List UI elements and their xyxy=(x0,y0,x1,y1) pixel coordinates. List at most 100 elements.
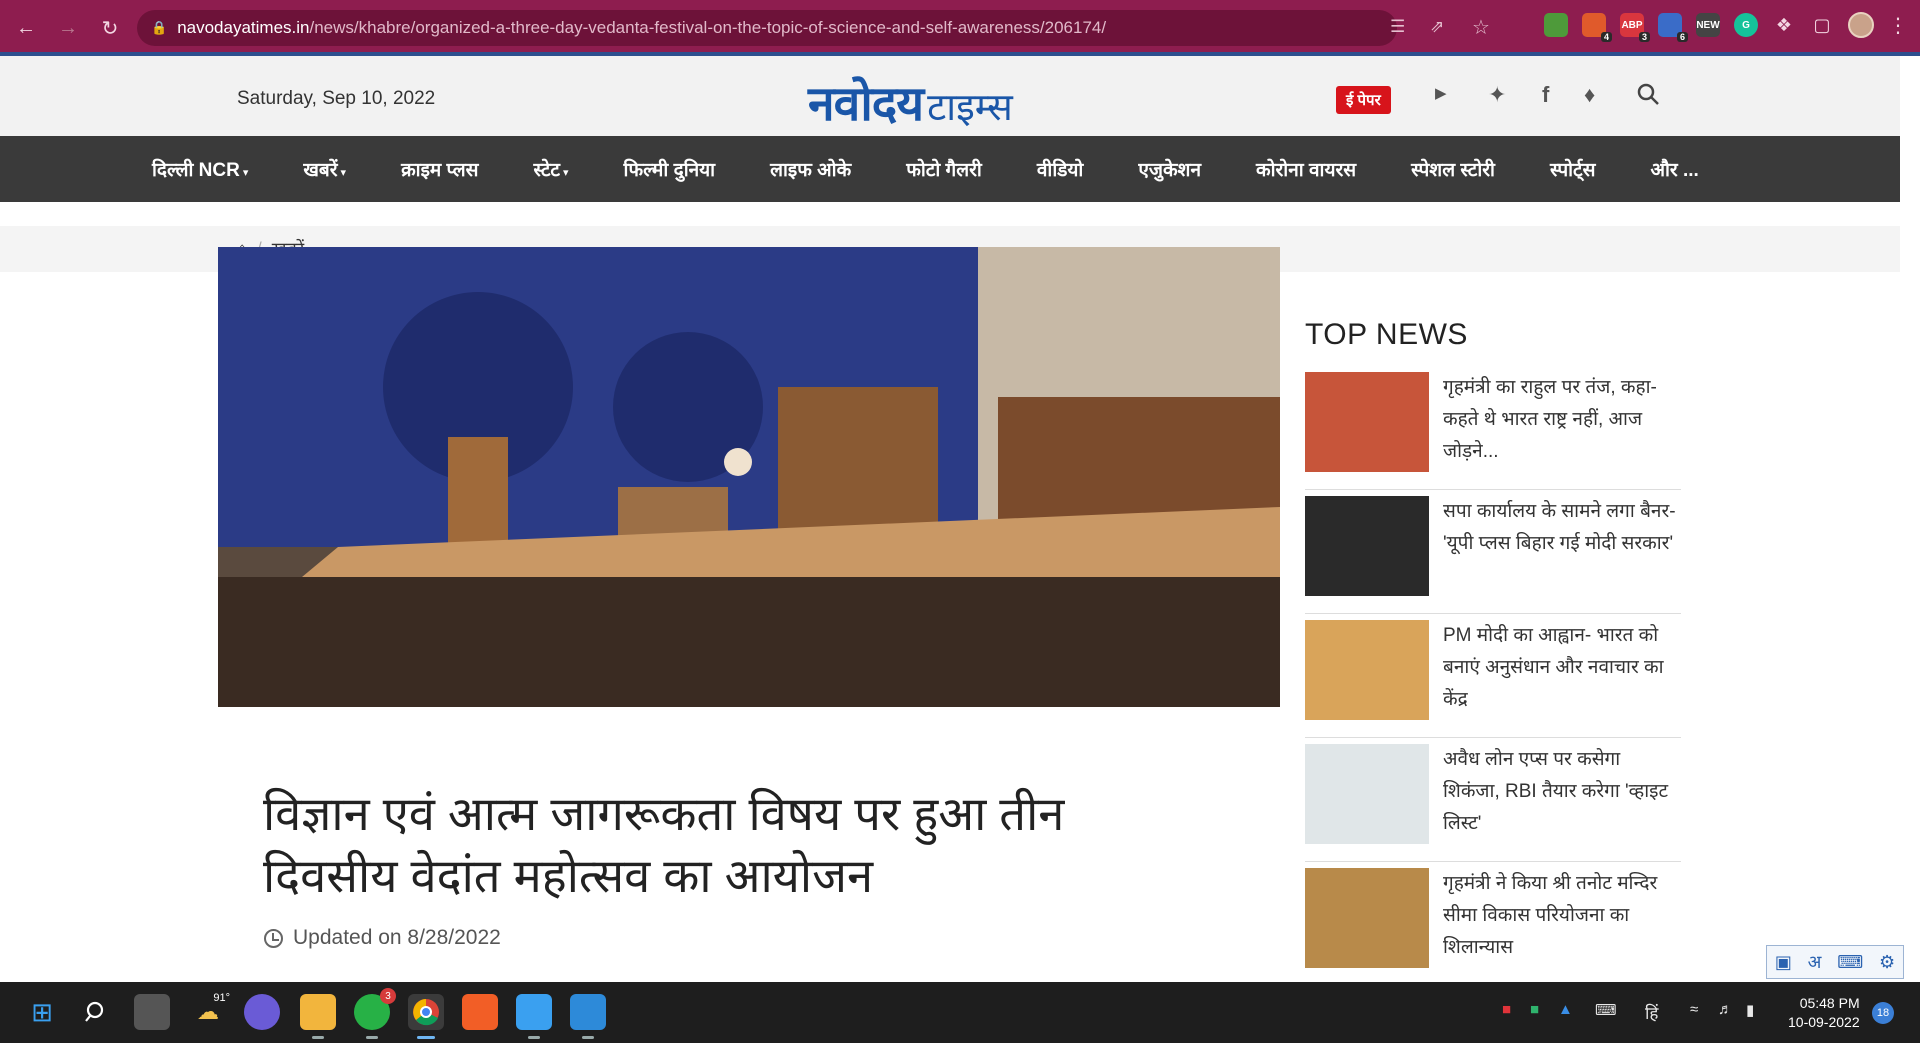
logo-main-text: नवोदय xyxy=(808,76,924,132)
nav-item[interactable]: वीडियो xyxy=(1037,156,1084,182)
grammarly-icon[interactable]: G xyxy=(1734,13,1758,37)
article-updated: Updated on 8/28/2022 xyxy=(264,926,501,950)
tray-app-3-icon[interactable]: ▲ xyxy=(1558,1001,1573,1018)
whatsapp-badge: 3 xyxy=(380,988,396,1004)
share-icon[interactable]: ⇗ xyxy=(1430,17,1444,37)
nav-item[interactable]: क्राइम प्लस xyxy=(401,156,478,182)
nav-item-label: दिल्ली NCR xyxy=(152,160,240,181)
weather-icon[interactable]: ☁ 91° xyxy=(190,992,230,1030)
running-indicator xyxy=(528,1036,540,1039)
top-news-item[interactable]: गृहमंत्री ने किया श्री तनोट मन्दिर सीमा … xyxy=(1305,862,1681,986)
nav-item[interactable]: फिल्मी दुनिया xyxy=(624,156,716,182)
nav-item[interactable]: स्पोर्ट्स xyxy=(1550,156,1596,182)
news-thumbnail[interactable] xyxy=(1305,868,1429,968)
translate-icon[interactable]: ☰ xyxy=(1390,17,1405,37)
whatsapp-icon[interactable]: 3 xyxy=(354,988,396,1039)
adblock-plus-icon[interactable]: ABP 3 xyxy=(1620,13,1650,42)
top-news-item[interactable]: सपा कार्यालय के सामने लगा बैनर- 'यूपी प्… xyxy=(1305,490,1681,614)
news-headline-link[interactable]: सपा कार्यालय के सामने लगा बैनर- 'यूपी प्… xyxy=(1443,496,1681,613)
brave-icon[interactable] xyxy=(462,994,498,1030)
chrome-icon[interactable] xyxy=(408,994,444,1039)
taskbar-clock[interactable]: 05:48 PM 10-09-2022 xyxy=(1788,994,1860,1032)
news-thumbnail[interactable] xyxy=(1305,496,1429,596)
nav-item[interactable]: स्पेशल स्टोरी xyxy=(1411,156,1495,182)
twitter-icon[interactable]: ✦ xyxy=(1488,82,1506,108)
notepad-icon[interactable] xyxy=(516,994,552,1039)
extension-new-label: NEW xyxy=(1696,19,1720,31)
task-view-icon[interactable] xyxy=(134,994,170,1030)
nav-item[interactable]: और ... xyxy=(1650,156,1698,182)
news-headline-link[interactable]: गृहमंत्री ने किया श्री तनोट मन्दिर सीमा … xyxy=(1443,868,1681,985)
nav-item-label: स्पेशल स्टोरी xyxy=(1411,160,1495,181)
extensions-bar: 4 ABP 3 6 NEW G ❖ ▢ ⋮ xyxy=(1544,12,1908,42)
top-news-sidebar: TOP NEWS गृहमंत्री का राहुल पर तंज, कहा-… xyxy=(1305,318,1681,986)
windows-taskbar: ⊞ ☁ 91° 3 ■ ■ ▲ ⌨ हिं ≈ ♬ ▮ 05:48 PM 10-0… xyxy=(0,982,1920,1043)
article-headline: विज्ञान एवं आत्म जागरूकता विषय पर हुआ ती… xyxy=(263,787,1065,902)
grammarly-label: G xyxy=(1742,19,1750,31)
nav-item[interactable]: दिल्ली NCR ▾ xyxy=(152,156,248,182)
extension-1-icon[interactable] xyxy=(1544,13,1568,37)
address-bar[interactable]: 🔒 navodayatimes.in/news/khabre/organized… xyxy=(137,10,1397,46)
nav-item[interactable]: लाइफ ओके xyxy=(770,156,851,182)
forward-icon[interactable]: → xyxy=(52,12,84,44)
settings-gear-icon[interactable]: ⚙ xyxy=(1879,952,1895,973)
wifi-icon[interactable]: ≈ xyxy=(1690,1001,1698,1018)
file-explorer-icon[interactable] xyxy=(300,994,336,1039)
site-logo[interactable]: नवोदय टाइम्स xyxy=(808,70,1013,135)
nav-item[interactable]: खबरें ▾ xyxy=(303,156,346,182)
back-icon[interactable]: ← xyxy=(10,12,42,44)
nav-item-label: फिल्मी दुनिया xyxy=(623,160,716,181)
news-thumbnail[interactable] xyxy=(1305,744,1429,844)
search-icon[interactable] xyxy=(1636,82,1660,112)
nav-item[interactable]: कोरोना वायरस xyxy=(1256,156,1356,182)
ime-logo-icon[interactable]: ▣ xyxy=(1775,952,1792,973)
news-headline-link[interactable]: PM मोदी का आह्वान- भारत को बनाएं अनुसंधा… xyxy=(1443,620,1681,737)
nav-item[interactable]: फोटो गैलरी xyxy=(906,156,982,182)
spacer xyxy=(0,202,1900,226)
notification-count[interactable]: 18 xyxy=(1872,1002,1894,1024)
language-indicator[interactable]: हिं xyxy=(1645,1001,1658,1024)
side-panel-icon[interactable]: ▢ xyxy=(1810,13,1834,37)
top-news-item[interactable]: PM मोदी का आह्वान- भारत को बनाएं अनुसंधा… xyxy=(1305,614,1681,738)
hindi-input-icon[interactable]: अ xyxy=(1808,950,1822,974)
nav-item[interactable]: स्टेट ▾ xyxy=(533,156,568,182)
nav-item-label: वीडियो xyxy=(1036,160,1084,181)
keyboard-icon[interactable]: ⌨ xyxy=(1837,952,1863,973)
youtube-icon[interactable]: ▶ xyxy=(1435,84,1447,102)
extension-4-icon[interactable]: 6 xyxy=(1658,13,1688,42)
bookmark-star-icon[interactable]: ☆ xyxy=(1472,15,1490,40)
article-hero-image xyxy=(218,247,1280,707)
windows-start-icon[interactable]: ⊞ xyxy=(24,994,60,1030)
extension-new-icon[interactable]: NEW xyxy=(1696,13,1720,37)
profile-avatar[interactable] xyxy=(1848,12,1874,38)
photos-icon[interactable] xyxy=(570,994,606,1039)
nav-item-label: लाइफ ओके xyxy=(770,160,852,181)
news-headline-link[interactable]: अवैध लोन एप्स पर कसेगा शिकंजा, RBI तैयार… xyxy=(1443,744,1681,861)
menu-dots-icon[interactable]: ⋮ xyxy=(1888,13,1908,38)
puzzle-icon[interactable]: ❖ xyxy=(1772,13,1796,37)
battery-icon[interactable]: ▮ xyxy=(1746,1001,1754,1019)
nav-item[interactable]: एजुकेशन xyxy=(1138,156,1201,182)
news-headline-link[interactable]: गृहमंत्री का राहुल पर तंज, कहा- कहते थे … xyxy=(1443,372,1681,489)
caret-down-icon: ▾ xyxy=(563,167,569,179)
keyboard-icon[interactable]: ⌨ xyxy=(1595,1001,1617,1019)
top-news-item[interactable]: गृहमंत्री का राहुल पर तंज, कहा- कहते थे … xyxy=(1305,366,1681,490)
tray-app-2-icon[interactable]: ■ xyxy=(1530,1001,1539,1018)
extension-badge: 3 xyxy=(1638,32,1650,42)
facebook-icon[interactable]: f xyxy=(1542,82,1549,108)
input-method-widget[interactable]: ▣ अ ⌨ ⚙ xyxy=(1766,945,1904,979)
search-icon[interactable] xyxy=(78,994,114,1030)
chat-icon[interactable] xyxy=(244,994,280,1030)
notification-bell-icon[interactable]: ♦ xyxy=(1584,82,1595,108)
top-news-item[interactable]: अवैध लोन एप्स पर कसेगा शिकंजा, RBI तैयार… xyxy=(1305,738,1681,862)
extension-badge: 6 xyxy=(1676,32,1688,42)
reload-icon[interactable]: ↻ xyxy=(94,12,126,44)
news-thumbnail[interactable] xyxy=(1305,372,1429,472)
epaper-button[interactable]: ई पेपर xyxy=(1336,86,1391,114)
tray-app-1-icon[interactable]: ■ xyxy=(1502,1001,1511,1018)
browser-toolbar: ← → ↻ 🔒 navodayatimes.in/news/khabre/org… xyxy=(0,0,1920,56)
volume-icon[interactable]: ♬ xyxy=(1718,1001,1733,1018)
nav-item-label: कोरोना वायरस xyxy=(1256,160,1357,181)
news-thumbnail[interactable] xyxy=(1305,620,1429,720)
extension-2-icon[interactable]: 4 xyxy=(1582,13,1612,42)
